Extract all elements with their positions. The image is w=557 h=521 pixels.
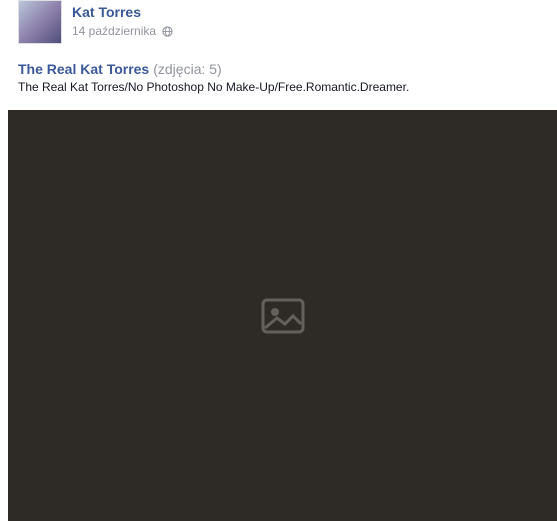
image-placeholder-icon <box>261 298 304 333</box>
album-caption: The Real Kat Torres/No Photoshop No Make… <box>18 80 410 94</box>
post-header: Kat Torres 14 października <box>18 0 173 46</box>
globe-icon[interactable] <box>162 25 173 37</box>
album-title-link[interactable]: The Real Kat Torres <box>18 61 149 77</box>
post-meta: 14 października <box>72 23 173 39</box>
post-header-text: Kat Torres 14 października <box>72 0 173 39</box>
avatar[interactable] <box>18 0 62 44</box>
author-name-link[interactable]: Kat Torres <box>72 3 173 21</box>
album-photo[interactable] <box>8 110 557 521</box>
album-title-row: The Real Kat Torres (zdjęcia: 5) <box>18 60 222 78</box>
post-timestamp[interactable]: 14 października <box>72 23 156 39</box>
feed-post: Kat Torres 14 października The Real Kat … <box>0 0 557 521</box>
album-photo-count: (zdjęcia: 5) <box>153 61 222 77</box>
